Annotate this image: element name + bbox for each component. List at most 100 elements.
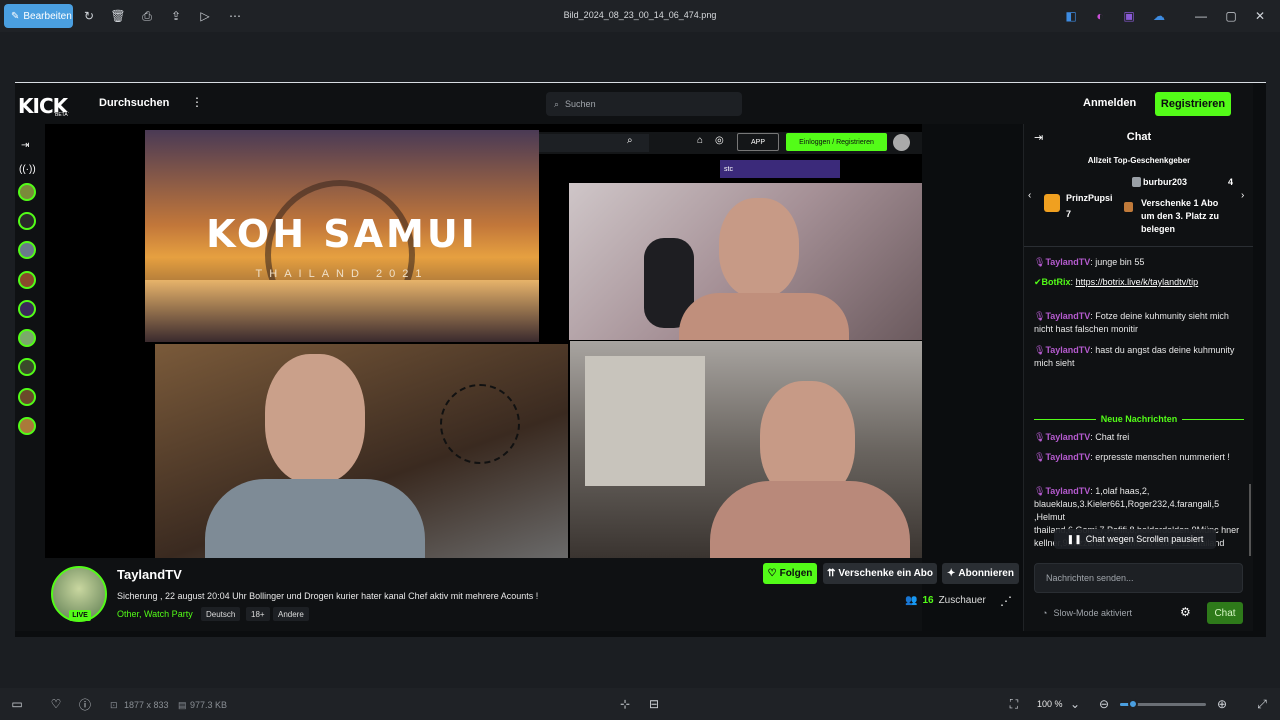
edit-button[interactable]: ✎ Bearbeiten bbox=[4, 4, 73, 28]
chat-send-button[interactable]: Chat bbox=[1207, 602, 1243, 624]
live-channels-icon[interactable]: ((·)) bbox=[19, 164, 36, 175]
bronze-badge-icon bbox=[1124, 202, 1133, 212]
image-filesize: 977.3 KB bbox=[190, 700, 228, 710]
close-icon[interactable]: ✕ bbox=[1252, 8, 1268, 24]
maximize-icon[interactable]: ▢ bbox=[1223, 8, 1239, 24]
mic-icon: 🎙 bbox=[1034, 257, 1046, 267]
channel-avatar[interactable] bbox=[18, 212, 36, 230]
chat-scrollbar[interactable] bbox=[1249, 484, 1251, 556]
embedded-icon: ⌂ bbox=[697, 135, 704, 146]
channel-avatar[interactable] bbox=[18, 329, 36, 347]
zoom-slider-handle[interactable] bbox=[1127, 699, 1138, 709]
zoom-slider[interactable] bbox=[1120, 699, 1206, 709]
filesize-icon: ▤ bbox=[178, 700, 187, 710]
crop-icon[interactable]: ⊹ bbox=[617, 696, 633, 712]
slideshow-icon[interactable]: ▷ bbox=[197, 8, 213, 24]
chevron-left-icon[interactable]: ‹ bbox=[1028, 190, 1031, 201]
channel-avatar[interactable] bbox=[18, 271, 36, 289]
silver-badge-icon bbox=[1132, 177, 1141, 187]
channel-avatar[interactable] bbox=[18, 300, 36, 318]
body-shape bbox=[710, 481, 910, 558]
zoom-level[interactable]: 100 % bbox=[1037, 699, 1063, 709]
chat-message: 🎙TaylandTV: junge bin 55 bbox=[1034, 256, 1246, 269]
mic-icon: 🎙 bbox=[1034, 311, 1046, 321]
tag-language[interactable]: Deutsch bbox=[201, 607, 241, 621]
stream-category[interactable]: Other, Watch Party bbox=[117, 609, 193, 619]
gifter-1-count: 7 bbox=[1066, 209, 1072, 219]
chat-username[interactable]: TaylandTV bbox=[1045, 452, 1090, 462]
channel-avatar[interactable] bbox=[18, 417, 36, 435]
slow-mode-indicator: ◔ Slow-Mode aktiviert bbox=[1042, 608, 1132, 618]
users-icon: 👥 bbox=[905, 595, 918, 606]
channel-avatar[interactable] bbox=[18, 241, 36, 259]
cloud-icon[interactable]: ☁ bbox=[1151, 8, 1167, 24]
tag-age[interactable]: 18+ bbox=[246, 607, 270, 621]
channel-avatar[interactable] bbox=[18, 358, 36, 376]
favorite-icon[interactable]: ♡ bbox=[48, 696, 64, 712]
embedded-avatar bbox=[893, 134, 910, 151]
search-input[interactable]: ⌕ Suchen bbox=[546, 92, 742, 116]
scan-text-icon[interactable]: ⊟ bbox=[646, 696, 662, 712]
search-placeholder: Suchen bbox=[565, 99, 596, 109]
browse-link[interactable]: Durchsuchen bbox=[99, 97, 169, 109]
fullscreen-icon[interactable]: ⤢ bbox=[1254, 696, 1270, 712]
webcam-feed-2 bbox=[155, 344, 568, 558]
top-gifters-title: Allzeit Top-Geschenkgeber bbox=[1087, 156, 1191, 165]
zoom-out-icon[interactable]: ⊖ bbox=[1096, 696, 1112, 712]
chat-username[interactable]: TaylandTV bbox=[1045, 345, 1090, 355]
chat-username[interactable]: TaylandTV bbox=[1045, 432, 1090, 442]
zoom-in-icon[interactable]: ⊕ bbox=[1214, 696, 1230, 712]
chat-paused-banner[interactable]: ❚❚ Chat wegen Scrollen pausiert bbox=[1054, 529, 1216, 549]
chat-message-input[interactable]: Nachrichten senden... bbox=[1034, 563, 1243, 593]
chat-text: : erpresste menschen nummeriert ! bbox=[1090, 452, 1230, 462]
sea-shape bbox=[145, 280, 539, 342]
chat-username[interactable]: TaylandTV bbox=[1045, 311, 1090, 321]
channel-avatar[interactable] bbox=[18, 388, 36, 406]
info-icon[interactable]: ⓘ bbox=[77, 696, 93, 712]
filmstrip-icon[interactable]: ▭ bbox=[9, 696, 25, 712]
globe-icon: ◎ bbox=[715, 135, 724, 146]
person-shape bbox=[265, 354, 365, 484]
chandelier-shape bbox=[440, 384, 520, 464]
bot-icon: ✔ bbox=[1034, 277, 1042, 287]
dimensions-icon: ⊡ bbox=[110, 700, 118, 710]
chat-username[interactable]: TaylandTV bbox=[1045, 257, 1090, 267]
share-icon[interactable]: ⇪ bbox=[168, 8, 184, 24]
gift-promo-text: Verschenke 1 Abo um den 3. Platz zu bele… bbox=[1141, 198, 1220, 234]
chat-link[interactable]: https://botrix.live/k/taylandtv/tip bbox=[1076, 277, 1199, 287]
app-icon-3[interactable]: ▣ bbox=[1121, 8, 1137, 24]
tag-other[interactable]: Andere bbox=[273, 607, 309, 621]
app-icon-2[interactable]: ◐ bbox=[1092, 8, 1108, 24]
minimize-icon[interactable]: — bbox=[1193, 8, 1209, 24]
more-options-icon[interactable]: ⋯ bbox=[227, 8, 243, 24]
rotate-icon[interactable]: ↻ bbox=[81, 8, 97, 24]
delete-icon[interactable]: 🗑 bbox=[110, 8, 126, 24]
gifter-2-name[interactable]: burbur203 bbox=[1143, 177, 1187, 187]
gifter-1-name[interactable]: PrinzPupsi bbox=[1066, 193, 1113, 203]
register-button[interactable]: Registrieren bbox=[1155, 92, 1231, 116]
fit-screen-icon[interactable]: ⛶ bbox=[1006, 696, 1022, 712]
heart-icon: ♡ bbox=[767, 568, 777, 579]
channel-avatar[interactable] bbox=[18, 183, 36, 201]
mic-icon: 🎙 bbox=[1034, 345, 1046, 355]
gear-icon[interactable]: ⚙ bbox=[1180, 605, 1191, 619]
chat-message: ✔BotRix: https://botrix.live/k/taylandtv… bbox=[1034, 276, 1246, 289]
gift-sub-button[interactable]: ⇈ Verschenke ein Abo bbox=[823, 563, 937, 584]
print-icon[interactable]: ⎙ bbox=[139, 8, 155, 24]
follow-button[interactable]: ♡ Folgen bbox=[763, 563, 817, 584]
subscribe-button[interactable]: ✦ Abonnieren bbox=[942, 563, 1019, 584]
app-icon-1[interactable]: ◧ bbox=[1063, 8, 1079, 24]
video-player[interactable]: KOH SAMUI THAILAND 2021 ⌕ ⌂ ◎ APP Einlog… bbox=[45, 124, 922, 558]
login-link[interactable]: Anmelden bbox=[1083, 97, 1136, 109]
chevron-down-icon[interactable]: ⌄ bbox=[1067, 696, 1083, 712]
poster-shape bbox=[585, 356, 705, 486]
chat-username[interactable]: TaylandTV bbox=[1045, 486, 1090, 496]
more-vertical-icon[interactable]: ⋮ bbox=[191, 95, 203, 109]
search-icon: ⌕ bbox=[554, 98, 560, 109]
share-stream-icon[interactable]: ⋰ bbox=[1000, 594, 1012, 608]
streamer-name[interactable]: TaylandTV bbox=[117, 567, 182, 582]
kick-header: KICK BETA Durchsuchen ⋮ ⌕ Suchen Anmelde… bbox=[15, 83, 1253, 124]
chat-username[interactable]: BotRix bbox=[1042, 277, 1071, 287]
expand-sidebar-icon[interactable]: ⇥ bbox=[21, 140, 29, 151]
chevron-right-icon[interactable]: › bbox=[1241, 190, 1244, 201]
